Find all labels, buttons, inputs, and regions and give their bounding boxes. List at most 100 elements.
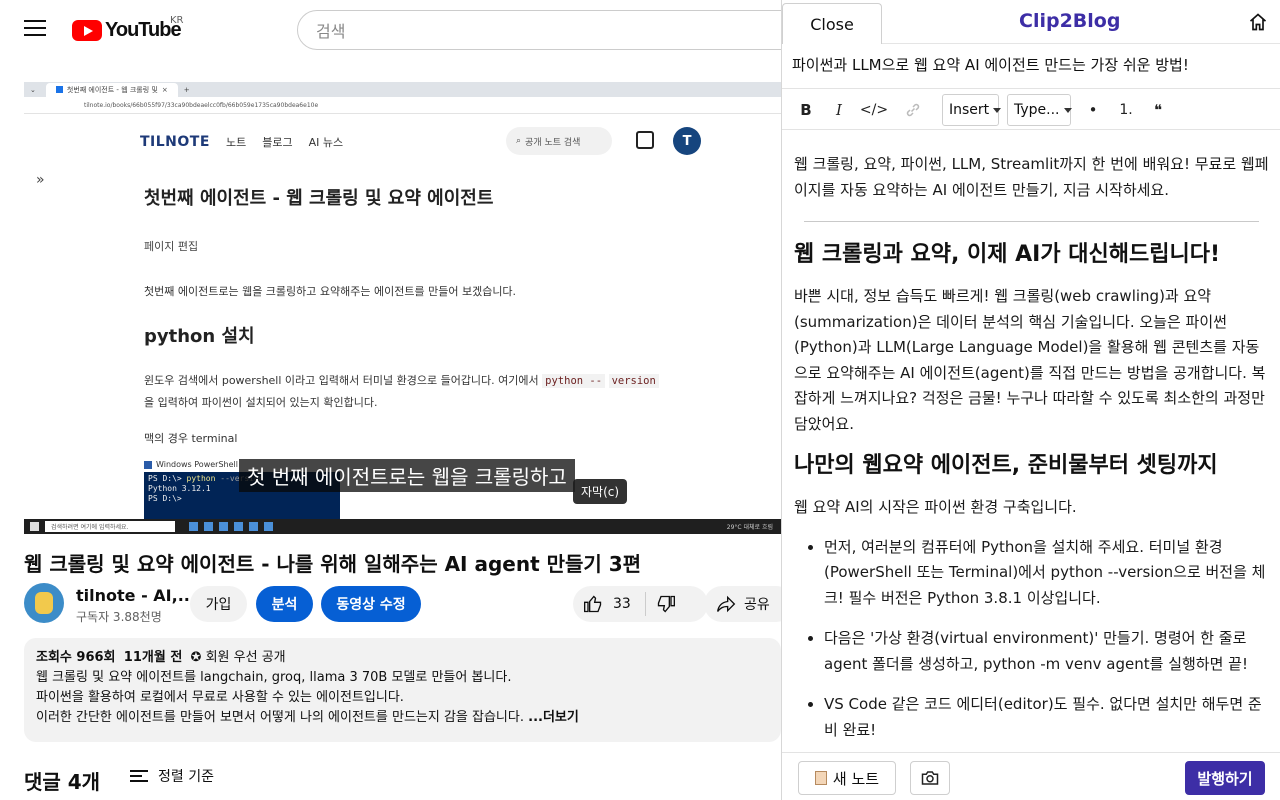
tilnote-page: TILNOTE 노트 블로그 AI 뉴스 ⌕ 공개 노트 검색 T » 첫번째 … [24,114,781,532]
app-icon [234,522,243,531]
analytics-button[interactable]: 분석 [256,586,313,622]
caret-down-icon [1063,107,1072,113]
screenshot-button[interactable] [910,761,950,795]
join-button[interactable]: 가입 [190,586,247,622]
video-title: 웹 크롤링 및 요약 에이전트 - 나를 위해 일해주는 AI agent 만들… [24,552,642,576]
italic-button[interactable]: I [832,98,846,122]
description-meta: 조회수 966회 11개월 전 ✪ 회원 우선 공개 [36,648,769,668]
code-button[interactable]: </> [860,98,888,122]
home-icon[interactable] [1248,12,1268,32]
post-list: 먼저, 여러분의 컴퓨터에 Python을 설치해 주세요. 터미널 환경(Po… [794,535,1269,744]
block-type-dropdown[interactable]: Type... [1007,94,1072,126]
ordered-list-button[interactable]: 1. [1116,98,1136,122]
post-title-input[interactable]: 파이썬과 LLM으로 웹 요약 AI 에이전트 만드는 가장 쉬운 방법! [792,54,1189,75]
close-button[interactable]: Close [782,3,882,44]
share-icon [717,595,736,613]
tilnote-search-label: 공개 노트 검색 [525,137,581,148]
editor-footer: 새 노트 발행하기 [782,752,1280,800]
editor-toolbar: B I </> Insert Type... • 1. ❝ [782,88,1280,130]
description-line: 파이썬을 활용하여 로컬에서 무료로 사용할 수 있는 에이전트입니다. [36,690,404,705]
clip2blog-brand: Clip2Blog [1019,10,1121,32]
tilnote-text: 을 입력하여 파이썬이 설치되어 있는지 확인합니다. [144,396,378,409]
list-item: 먼저, 여러분의 컴퓨터에 Python을 설치해 주세요. 터미널 환경(Po… [824,535,1269,612]
plus-icon: + [183,85,190,94]
insert-dropdown[interactable]: Insert [942,94,1002,126]
view-count: 조회수 966회 [36,650,116,665]
list-item: 다음은 '가상 환경(virtual environment)' 만들기. 명령… [824,626,1269,677]
browser-tabbar: ⌄ 첫번째 에이전트 - 웹 크롤링 및 × + [24,82,781,97]
tilnote-search: ⌕ 공개 노트 검색 [506,127,612,155]
app-icon [189,522,198,531]
browser-tab-title: 첫번째 에이전트 - 웹 크롤링 및 [66,85,158,94]
list-item: VS Code 같은 코드 에디터(editor)도 필수. 없다면 설치만 해… [824,692,1269,743]
clip2blog-panel: Close Clip2Blog 파이썬과 LLM으로 웹 요약 AI 에이전트 … [781,0,1280,800]
channel-avatar[interactable] [24,583,64,623]
camera-icon [921,771,939,785]
publish-button[interactable]: 발행하기 [1185,761,1265,795]
post-paragraph: 바쁜 시대, 정보 습득도 빠르게! 웹 크롤링(web crawling)과 … [794,287,1266,433]
thumbs-up-icon[interactable] [583,594,603,614]
browser-tab: 첫번째 에이전트 - 웹 크롤링 및 × [45,82,178,97]
video-description[interactable]: 조회수 966회 11개월 전 ✪ 회원 우선 공개 웹 크롤링 및 요약 에이… [24,638,781,742]
description-line: 이러한 간단한 에이전트를 만들어 보면서 어떻게 나의 에이전트를 만드는지 … [36,708,769,728]
members-icon: ✪ [190,650,202,665]
like-dislike-group: 33 [573,586,708,622]
tilnote-text: 윈도우 검색에서 powershell 이라고 입력해서 터미널 환경으로 들어… [144,374,539,387]
youtube-panel: YouTube KR 검색 ⌄ 첫번째 에이전트 - 웹 크롤링 및 × + t… [0,0,781,800]
search-input[interactable]: 검색 [297,10,781,50]
quote-button[interactable]: ❝ [1150,98,1166,122]
sort-button[interactable]: 정렬 기준 [130,766,214,786]
editor-content[interactable]: 웹 크롤링, 요약, 파이썬, LLM, Streamlit까지 한 번에 배워… [782,130,1280,752]
divider [644,592,646,616]
subscriber-count: 구독자 3.88천명 [76,610,162,624]
tilnote-paragraph: 첫번째 에이전트로는 웹을 크롤링하고 요약해주는 에이전트를 만들어 보겠습니… [144,285,517,298]
bold-button[interactable]: B [798,98,814,122]
edit-icon [636,131,654,149]
menu-icon[interactable] [24,20,46,38]
app-icon [249,522,258,531]
chevron-down-icon: ⌄ [30,85,36,94]
thumbs-down-icon[interactable] [656,594,676,614]
subtitles-tooltip: 자막(c) [573,479,628,504]
tilnote-paragraph: 맥의 경우 terminal [144,432,238,445]
app-icon [219,522,228,531]
caret-down-icon [993,107,1002,113]
tilnote-nav-item: AI 뉴스 [308,136,344,149]
double-chevron-right-icon: » [36,172,45,188]
windows-start-icon [30,522,39,531]
new-note-label: 새 노트 [832,769,880,788]
sort-label: 정렬 기준 [158,769,214,785]
post-heading: 웹 크롤링과 요약, 이제 AI가 대신해드립니다! [794,242,1220,267]
edit-video-button[interactable]: 동영상 수정 [321,586,421,622]
tilnote-nav-item: 블로그 [262,136,293,149]
tilnote-subheading: python 설치 [144,326,255,347]
show-more-button[interactable]: ...더보기 [528,710,579,725]
tilnote-logo: TILNOTE [140,134,210,150]
console-line: PS D:\> [148,494,182,503]
tilnote-paragraph: 윈도우 검색에서 powershell 이라고 입력해서 터미널 환경으로 들어… [144,370,664,414]
search-icon: ⌕ [516,136,522,146]
clip2blog-header: Close Clip2Blog [782,0,1280,44]
browser-url-bar: tilnote.io/books/66b055f97/33ca90bdeaelc… [24,97,781,114]
sort-icon [130,770,148,782]
powershell-title: Windows PowerShell [156,460,238,469]
new-note-button[interactable]: 새 노트 [798,761,896,795]
tilnote-nav: 노트 블로그 AI 뉴스 [226,134,343,150]
video-player[interactable]: ⌄ 첫번째 에이전트 - 웹 크롤링 및 × + tilnote.io/book… [24,82,781,534]
channel-name[interactable]: tilnote - AI,... [76,586,196,605]
console-command: python [186,474,216,483]
post-paragraph: 웹 요약 AI의 시작은 파이썬 환경 구축입니다. [794,498,1077,516]
tilnote-nav-item: 노트 [226,136,247,149]
bullet-list-button[interactable]: • [1086,98,1100,122]
youtube-logo[interactable]: YouTube [72,18,182,42]
post-intro: 웹 크롤링, 요약, 파이썬, LLM, Streamlit까지 한 번에 배워… [794,155,1269,199]
comments-count: 댓글 4개 [24,770,101,794]
divider [804,221,1259,222]
note-icon [814,771,827,785]
youtube-header: YouTube KR 검색 [0,0,781,60]
description-text: 이러한 간단한 에이전트를 만들어 보면서 어떻게 나의 에이전트를 만드는지 … [36,710,524,725]
close-icon: × [161,85,168,94]
link-icon[interactable] [904,98,922,122]
description-line: 웹 크롤링 및 요약 에이전트를 langchain, groq, llama … [36,670,512,685]
share-button[interactable]: 공유 [704,586,781,622]
